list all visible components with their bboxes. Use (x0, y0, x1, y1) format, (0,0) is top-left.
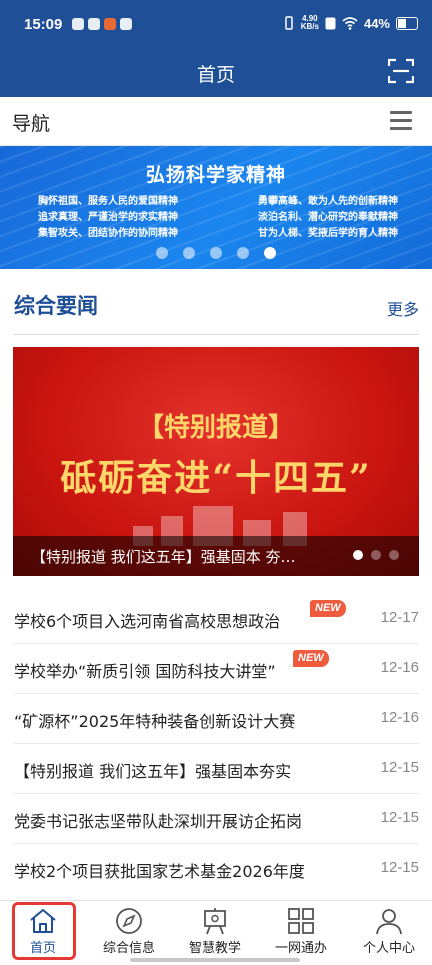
scan-icon[interactable] (388, 58, 414, 84)
featured-caption: 【特别报道 我们这五年】强基固本 夯实根基 (31, 548, 299, 566)
tab-teaching[interactable]: 智慧教学 (172, 905, 258, 961)
news-item[interactable]: “矿源杯”2025年特种装备创新设计大赛 12-16 (14, 694, 419, 744)
tab-label: 智慧教学 (188, 941, 241, 956)
news-item[interactable]: 党委书记张志坚带队赴深圳开展访企拓岗 12-15 (14, 794, 419, 844)
status-right: 4.90 KB/s 44% (283, 15, 418, 31)
news-item[interactable]: 学校2个项目获批国家艺术基金2026年度 12-15 (14, 844, 419, 893)
carousel-indicator[interactable] (0, 247, 432, 259)
news-date: 12-15 (380, 759, 419, 776)
featured-headline: 砥砺奋进“十四五” (60, 457, 372, 499)
tab-profile[interactable]: 个人中心 (346, 905, 432, 961)
news-item[interactable]: 学校举办“新质引领 国防科技大讲堂” NEW 12-16 (14, 644, 419, 694)
banner-line: 胸怀祖国、服务人民的爱国精神 (38, 196, 178, 207)
menu-icon[interactable] (390, 111, 412, 131)
news-date: 12-15 (380, 859, 419, 876)
banner-line: 淡泊名利、潜心研究的奉献精神 (258, 212, 398, 223)
banner-text: 胸怀祖国、服务人民的爱国精神 勇攀高峰、敢为人先的创新精神 追求真理、严谨治学的求… (38, 194, 398, 242)
featured-indicator (353, 550, 399, 560)
tab-label: 综合信息 (102, 941, 155, 956)
tab-label: 一网通办 (274, 941, 327, 956)
carousel-dot[interactable] (156, 247, 168, 259)
grid-icon (288, 908, 314, 934)
compass-icon (116, 908, 142, 934)
news-item[interactable]: 学校6个项目入选河南省高校思想政治 NEW 12-17 (14, 594, 419, 644)
featured-news[interactable]: 【特别报道】 砥砺奋进“十四五” 【特别报道 我们这五年】强基固本 夯实根基 (13, 347, 419, 576)
carousel-dot[interactable] (237, 247, 249, 259)
banner-carousel[interactable]: 弘扬科学家精神 胸怀祖国、服务人民的爱国精神 勇攀高峰、敢为人先的创新精神 追求真… (0, 146, 432, 269)
news-title: “矿源杯”2025年特种装备创新设计大赛 (14, 712, 296, 731)
news-date: 12-15 (380, 809, 419, 826)
wifi-icon (342, 16, 358, 30)
new-badge: NEW (310, 600, 346, 617)
section-header: 综合要闻 更多 (14, 288, 419, 335)
home-tab-highlight (12, 902, 76, 960)
featured-dot (371, 550, 381, 560)
news-date: 12-17 (380, 609, 419, 626)
vibrate-icon (284, 16, 293, 30)
news-date: 12-16 (380, 659, 419, 676)
app-notification-icon (72, 18, 84, 30)
page-title: 首页 (196, 64, 235, 86)
banner-title: 弘扬科学家精神 (145, 164, 286, 186)
battery-percent: 44% (363, 15, 390, 31)
more-link[interactable]: 更多 (387, 296, 419, 320)
carousel-dot[interactable] (210, 247, 222, 259)
status-time: 15:09 (24, 16, 63, 33)
notification-icons (72, 18, 132, 30)
news-title: 【特别报道 我们这五年】强基固本夯实 (14, 762, 292, 781)
news-list: 学校6个项目入选河南省高校思想政治 NEW 12-17 学校举办“新质引领 国防… (14, 594, 419, 893)
new-badge: NEW (293, 650, 329, 667)
person-icon (376, 909, 402, 935)
carousel-dot-active[interactable] (264, 247, 276, 259)
featured-caption-bar: 【特别报道 我们这五年】强基固本 夯实根基 (13, 536, 419, 576)
gesture-bar (130, 958, 300, 962)
app-notification-icon (88, 18, 100, 30)
status-bar: 15:09 4.90 KB/s 44% (0, 0, 432, 50)
tab-info[interactable]: 综合信息 (86, 905, 172, 961)
battery-icon (396, 16, 418, 30)
news-title: 学校举办“新质引领 国防科技大讲堂” (14, 662, 276, 681)
featured-tag: 【特别报道】 (137, 413, 294, 443)
easel-icon (204, 908, 226, 935)
network-speed: 4.90 KB/s (300, 14, 319, 31)
tab-label: 个人中心 (362, 941, 415, 956)
carousel-dot[interactable] (183, 247, 195, 259)
section-title: 综合要闻 (14, 294, 98, 318)
app-notification-icon (104, 18, 116, 30)
banner-line: 集智攻关、团结协作的协同精神 (38, 228, 178, 239)
nav-row[interactable]: 导航 (0, 97, 432, 146)
play-notification-icon (120, 18, 132, 30)
banner-line: 追求真理、严谨治学的求实精神 (38, 212, 178, 223)
app-header: 首页 (0, 50, 432, 97)
featured-dot (389, 550, 399, 560)
nav-label: 导航 (12, 113, 51, 135)
news-title: 学校6个项目入选河南省高校思想政治 (14, 612, 281, 631)
sim-icon (325, 17, 336, 29)
news-title: 党委书记张志坚带队赴深圳开展访企拓岗 (14, 812, 303, 831)
news-title: 学校2个项目获批国家艺术基金2026年度 (14, 862, 305, 881)
featured-dot-active (353, 550, 363, 560)
banner-line: 勇攀高峰、敢为人先的创新精神 (258, 196, 398, 207)
banner-line: 甘为人梯、奖掖后学的育人精神 (258, 228, 398, 239)
tab-services[interactable]: 一网通办 (258, 905, 344, 961)
news-date: 12-16 (380, 709, 419, 726)
news-item[interactable]: 【特别报道 我们这五年】强基固本夯实 12-15 (14, 744, 419, 794)
